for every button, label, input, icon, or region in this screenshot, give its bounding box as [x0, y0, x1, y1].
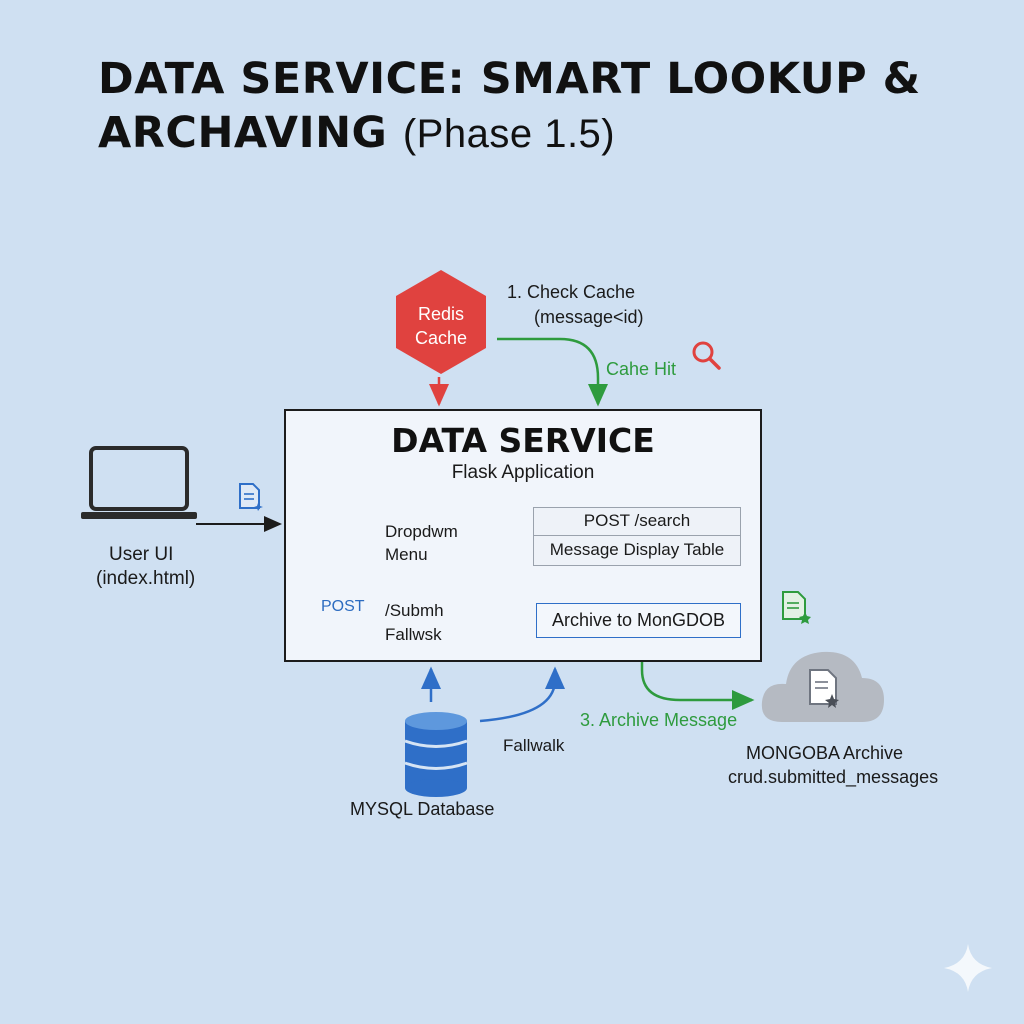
- cache-hit-arrow: [497, 337, 608, 407]
- check-cache-key: (message<id): [534, 307, 644, 327]
- post-search-cell: POST /search: [533, 507, 741, 536]
- user-ui-file: (index.html): [96, 568, 196, 589]
- mongo-collection-label: crud.submitted_messages: [728, 767, 939, 787]
- document-icon: [239, 483, 263, 511]
- laptop-icon: [81, 446, 197, 519]
- redis-cache-label: Redis Cache: [414, 304, 468, 348]
- archive-message-label: 3. Archive Message: [580, 710, 738, 730]
- fallback-label: Fallwalk: [503, 736, 565, 755]
- submit-fallback-label: Fallwsk: [385, 625, 442, 644]
- cache-hit-label: Cahe Hit: [606, 359, 677, 379]
- document-star-icon: [782, 591, 811, 624]
- fallback-arrow: [479, 666, 565, 723]
- dropdown-label: Dropdwm: [385, 522, 458, 541]
- data-service-title: DATA SERVICE: [391, 421, 655, 460]
- post-badge: POST: [321, 598, 365, 615]
- cloud-icon: [761, 651, 884, 722]
- data-service-subtitle: Flask Application: [451, 462, 595, 483]
- dropdown-label-line2: Menu: [385, 545, 428, 564]
- submit-label: /Submh: [385, 601, 444, 620]
- mongo-archive-label: MONGOBA Archive: [746, 743, 904, 763]
- check-cache-label: 1. Check Cache: [507, 282, 636, 302]
- user-ui-label: User UI: [109, 544, 174, 565]
- mysql-database-icon: [404, 712, 468, 797]
- archive-to-mongodb-box: Archive to MonGDOB: [536, 603, 741, 638]
- sparkle-icon: [944, 944, 992, 992]
- mysql-label: MYSQL Database: [350, 799, 495, 819]
- magnifier-icon: [692, 341, 721, 370]
- message-table-cell: Message Display Table: [533, 535, 741, 566]
